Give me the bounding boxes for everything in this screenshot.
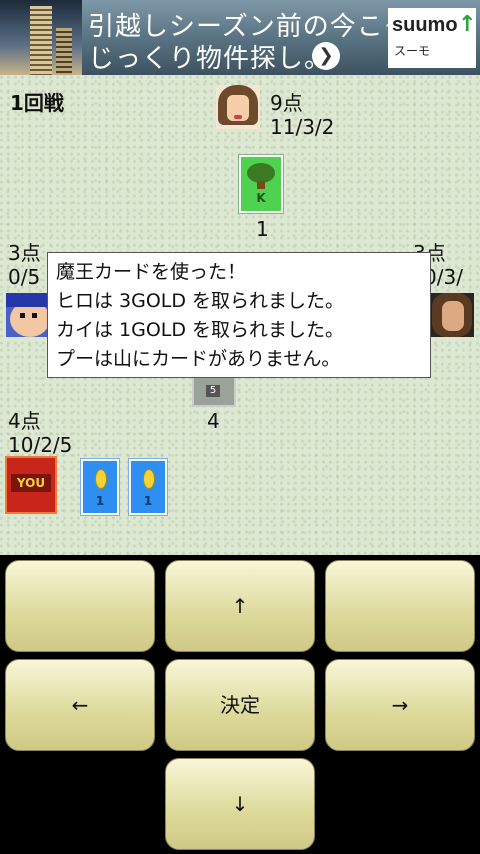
top-player-score: 9点 — [270, 91, 303, 115]
center-card-label: 5 — [206, 385, 220, 397]
ad-subline: じっくり物件探し。 — [88, 44, 332, 74]
coin-icon — [95, 469, 107, 489]
you-card-label: YOU — [11, 474, 51, 492]
down-button[interactable]: ↓ — [165, 758, 315, 850]
top-card-label: K — [256, 191, 266, 205]
ad-brand-name: suumo — [392, 14, 458, 36]
top-played-card: K — [239, 155, 283, 213]
up-button[interactable]: ↑ — [165, 560, 315, 652]
message-dialog: 魔王カードを使った！ ヒロは 3GOLD を取られました。 カイは 1GOLD … — [47, 252, 431, 378]
hand-card[interactable]: 1 — [129, 459, 167, 515]
confirm-button[interactable]: 決定 — [165, 659, 315, 751]
self-player-score: 4点 — [8, 409, 41, 433]
left-player-stats: 0/5 — [8, 265, 41, 289]
ad-brand-logo[interactable]: suumo ↑ スーモ — [388, 8, 476, 68]
coin-icon — [143, 469, 155, 489]
left-button[interactable]: ← — [5, 659, 155, 751]
left-player-avatar — [6, 293, 50, 337]
ad-arrow-icon[interactable]: ❯ — [312, 42, 340, 70]
ad-brand-sub: スーモ — [394, 44, 431, 58]
round-label: 1回戦 — [10, 91, 64, 115]
right-button[interactable]: → — [325, 659, 475, 751]
hand-card-value: 1 — [95, 494, 105, 508]
game-board: 1回戦 9点 11/3/2 K 1 3点 0/5 3点 0/3/ 5 4 4点 … — [0, 75, 480, 555]
dialog-line: ヒロは 3GOLD を取られました。 — [56, 290, 345, 312]
top-player-stats: 11/3/2 — [270, 115, 335, 139]
ad-brand-arrow-icon: ↑ — [458, 12, 477, 37]
top-player-avatar — [216, 85, 260, 129]
hand-card-value: 1 — [143, 494, 153, 508]
ad-building-image — [0, 0, 82, 75]
center-card-count: 4 — [207, 409, 220, 433]
blank-button-top-left[interactable] — [5, 560, 155, 652]
control-pad: ↑ ← 決定 → ↓ — [0, 555, 480, 854]
self-player-stats: 10/2/5 — [8, 433, 73, 457]
blank-button-top-right[interactable] — [325, 560, 475, 652]
ad-banner[interactable]: 引越しシーズン前の今こそ じっくり物件探し。 ❯ suumo ↑ スーモ — [0, 0, 480, 75]
dialog-line: カイは 1GOLD を取られました。 — [56, 319, 345, 341]
top-card-count: 1 — [256, 217, 269, 241]
you-card: YOU — [5, 456, 57, 514]
right-player-avatar — [430, 293, 474, 337]
tree-icon — [247, 163, 275, 183]
center-deck-card: 5 — [192, 375, 236, 407]
hand-card[interactable]: 1 — [81, 459, 119, 515]
dialog-line: 魔王カードを使った！ — [56, 261, 247, 283]
left-player-score: 3点 — [8, 241, 41, 265]
dialog-line: プーは山にカードがありません。 — [56, 348, 341, 370]
